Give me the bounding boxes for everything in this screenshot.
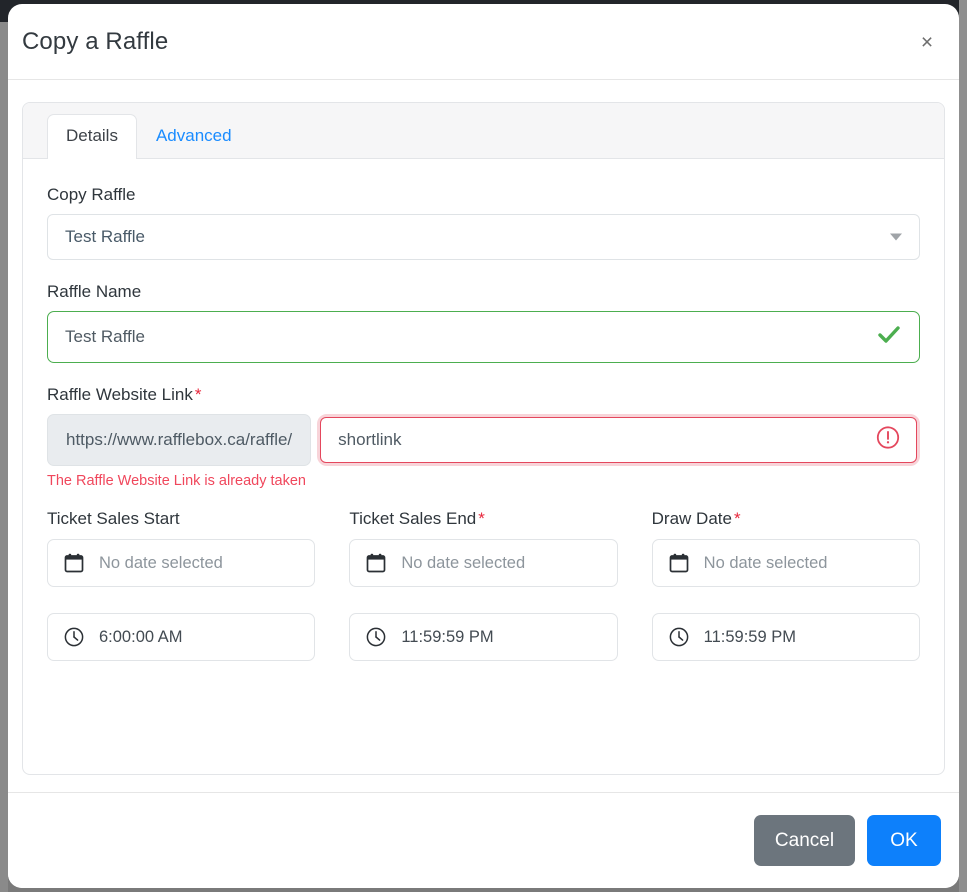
page-title: Copy a Raffle xyxy=(22,28,169,55)
tab-advanced[interactable]: Advanced xyxy=(137,114,251,159)
ticket-sales-end-time-field[interactable]: 11:59:59 PM xyxy=(349,613,618,661)
cancel-button[interactable]: Cancel xyxy=(754,815,855,866)
tab-card: Details Advanced Copy Raffle Test Raffle… xyxy=(22,102,945,775)
backdrop-left-strip xyxy=(0,22,8,892)
ok-button[interactable]: OK xyxy=(867,815,941,866)
ticket-sales-start-date-field[interactable]: No date selected xyxy=(47,539,316,587)
copy-raffle-selected-value: Test Raffle xyxy=(65,227,146,246)
calendar-icon xyxy=(63,552,85,574)
raffle-name-wrap xyxy=(47,311,920,363)
copy-raffle-dialog: Copy a Raffle × Details Advanced Copy Ra… xyxy=(8,4,959,888)
raffle-website-link-label: Raffle Website Link * xyxy=(47,385,920,405)
ticket-sales-end-date-value: No date selected xyxy=(401,553,526,572)
ticket-sales-end-required-marker: * xyxy=(478,509,485,528)
draw-date-time-value: 11:59:59 PM xyxy=(703,627,796,646)
raffle-website-link-label-text: Raffle Website Link xyxy=(47,385,193,404)
dialog-header: Copy a Raffle × xyxy=(8,4,959,80)
raffle-name-input[interactable] xyxy=(47,311,920,363)
ticket-sales-start-date-value: No date selected xyxy=(99,553,223,572)
ticket-sales-end-label: Ticket Sales End * xyxy=(349,509,617,529)
ticket-sales-start-column: Ticket Sales Start No date selected 6:00… xyxy=(47,509,316,687)
clock-icon xyxy=(668,626,690,648)
ticket-sales-end-label-text: Ticket Sales End xyxy=(349,509,477,528)
required-marker: * xyxy=(194,385,202,404)
copy-raffle-select[interactable]: Test Raffle xyxy=(47,214,920,260)
dialog-footer: Cancel OK xyxy=(8,792,959,888)
raffle-website-link-prefix: https://www.rafflebox.ca/raffle/ xyxy=(47,414,312,466)
tab-panel-details: Copy Raffle Test Raffle Raffle Name Test… xyxy=(23,159,944,687)
tab-bar: Details Advanced xyxy=(23,103,944,159)
draw-date-required-marker: * xyxy=(733,509,741,528)
ticket-sales-start-label-text: Ticket Sales Start xyxy=(47,509,180,528)
raffle-website-link-group: https://www.rafflebox.ca/raffle/ xyxy=(47,414,920,466)
calendar-icon xyxy=(365,552,387,574)
close-icon[interactable]: × xyxy=(911,26,943,58)
ticket-sales-start-time-value: 6:00:00 AM xyxy=(99,627,183,646)
calendar-icon xyxy=(668,552,690,574)
ticket-sales-start-label: Ticket Sales Start xyxy=(47,509,315,529)
shortlink-input-wrap xyxy=(317,414,920,466)
ticket-sales-end-date-field[interactable]: No date selected xyxy=(349,539,618,587)
copy-raffle-label: Copy Raffle xyxy=(47,185,136,204)
draw-date-date-value: No date selected xyxy=(703,553,828,572)
draw-date-time-field[interactable]: 11:59:59 PM xyxy=(651,613,920,661)
clock-icon xyxy=(365,626,387,648)
raffle-name-label: Raffle Name xyxy=(47,282,142,301)
draw-date-label-text: Draw Date xyxy=(651,509,732,528)
ticket-sales-start-time-field[interactable]: 6:00:00 AM xyxy=(47,613,316,661)
ticket-sales-end-time-value: 11:59:59 PM xyxy=(401,627,494,646)
draw-date-date-field[interactable]: No date selected xyxy=(651,539,920,587)
draw-date-column: Draw Date * No date selected 11:59:59 PM xyxy=(651,509,920,687)
tab-details[interactable]: Details xyxy=(47,114,137,159)
ticket-sales-end-column: Ticket Sales End * No date selected 11:5… xyxy=(349,509,618,687)
shortlink-error-message: The Raffle Website Link is already taken xyxy=(47,473,306,489)
draw-date-label: Draw Date * xyxy=(652,509,920,529)
shortlink-input[interactable] xyxy=(320,417,917,463)
copy-raffle-select-wrap: Test Raffle xyxy=(47,214,920,260)
clock-icon xyxy=(63,626,85,648)
datetime-grid: Ticket Sales Start No date selected 6:00… xyxy=(47,509,920,687)
dialog-body: Details Advanced Copy Raffle Test Raffle… xyxy=(8,80,959,792)
page-scrollbar[interactable] xyxy=(959,0,967,892)
